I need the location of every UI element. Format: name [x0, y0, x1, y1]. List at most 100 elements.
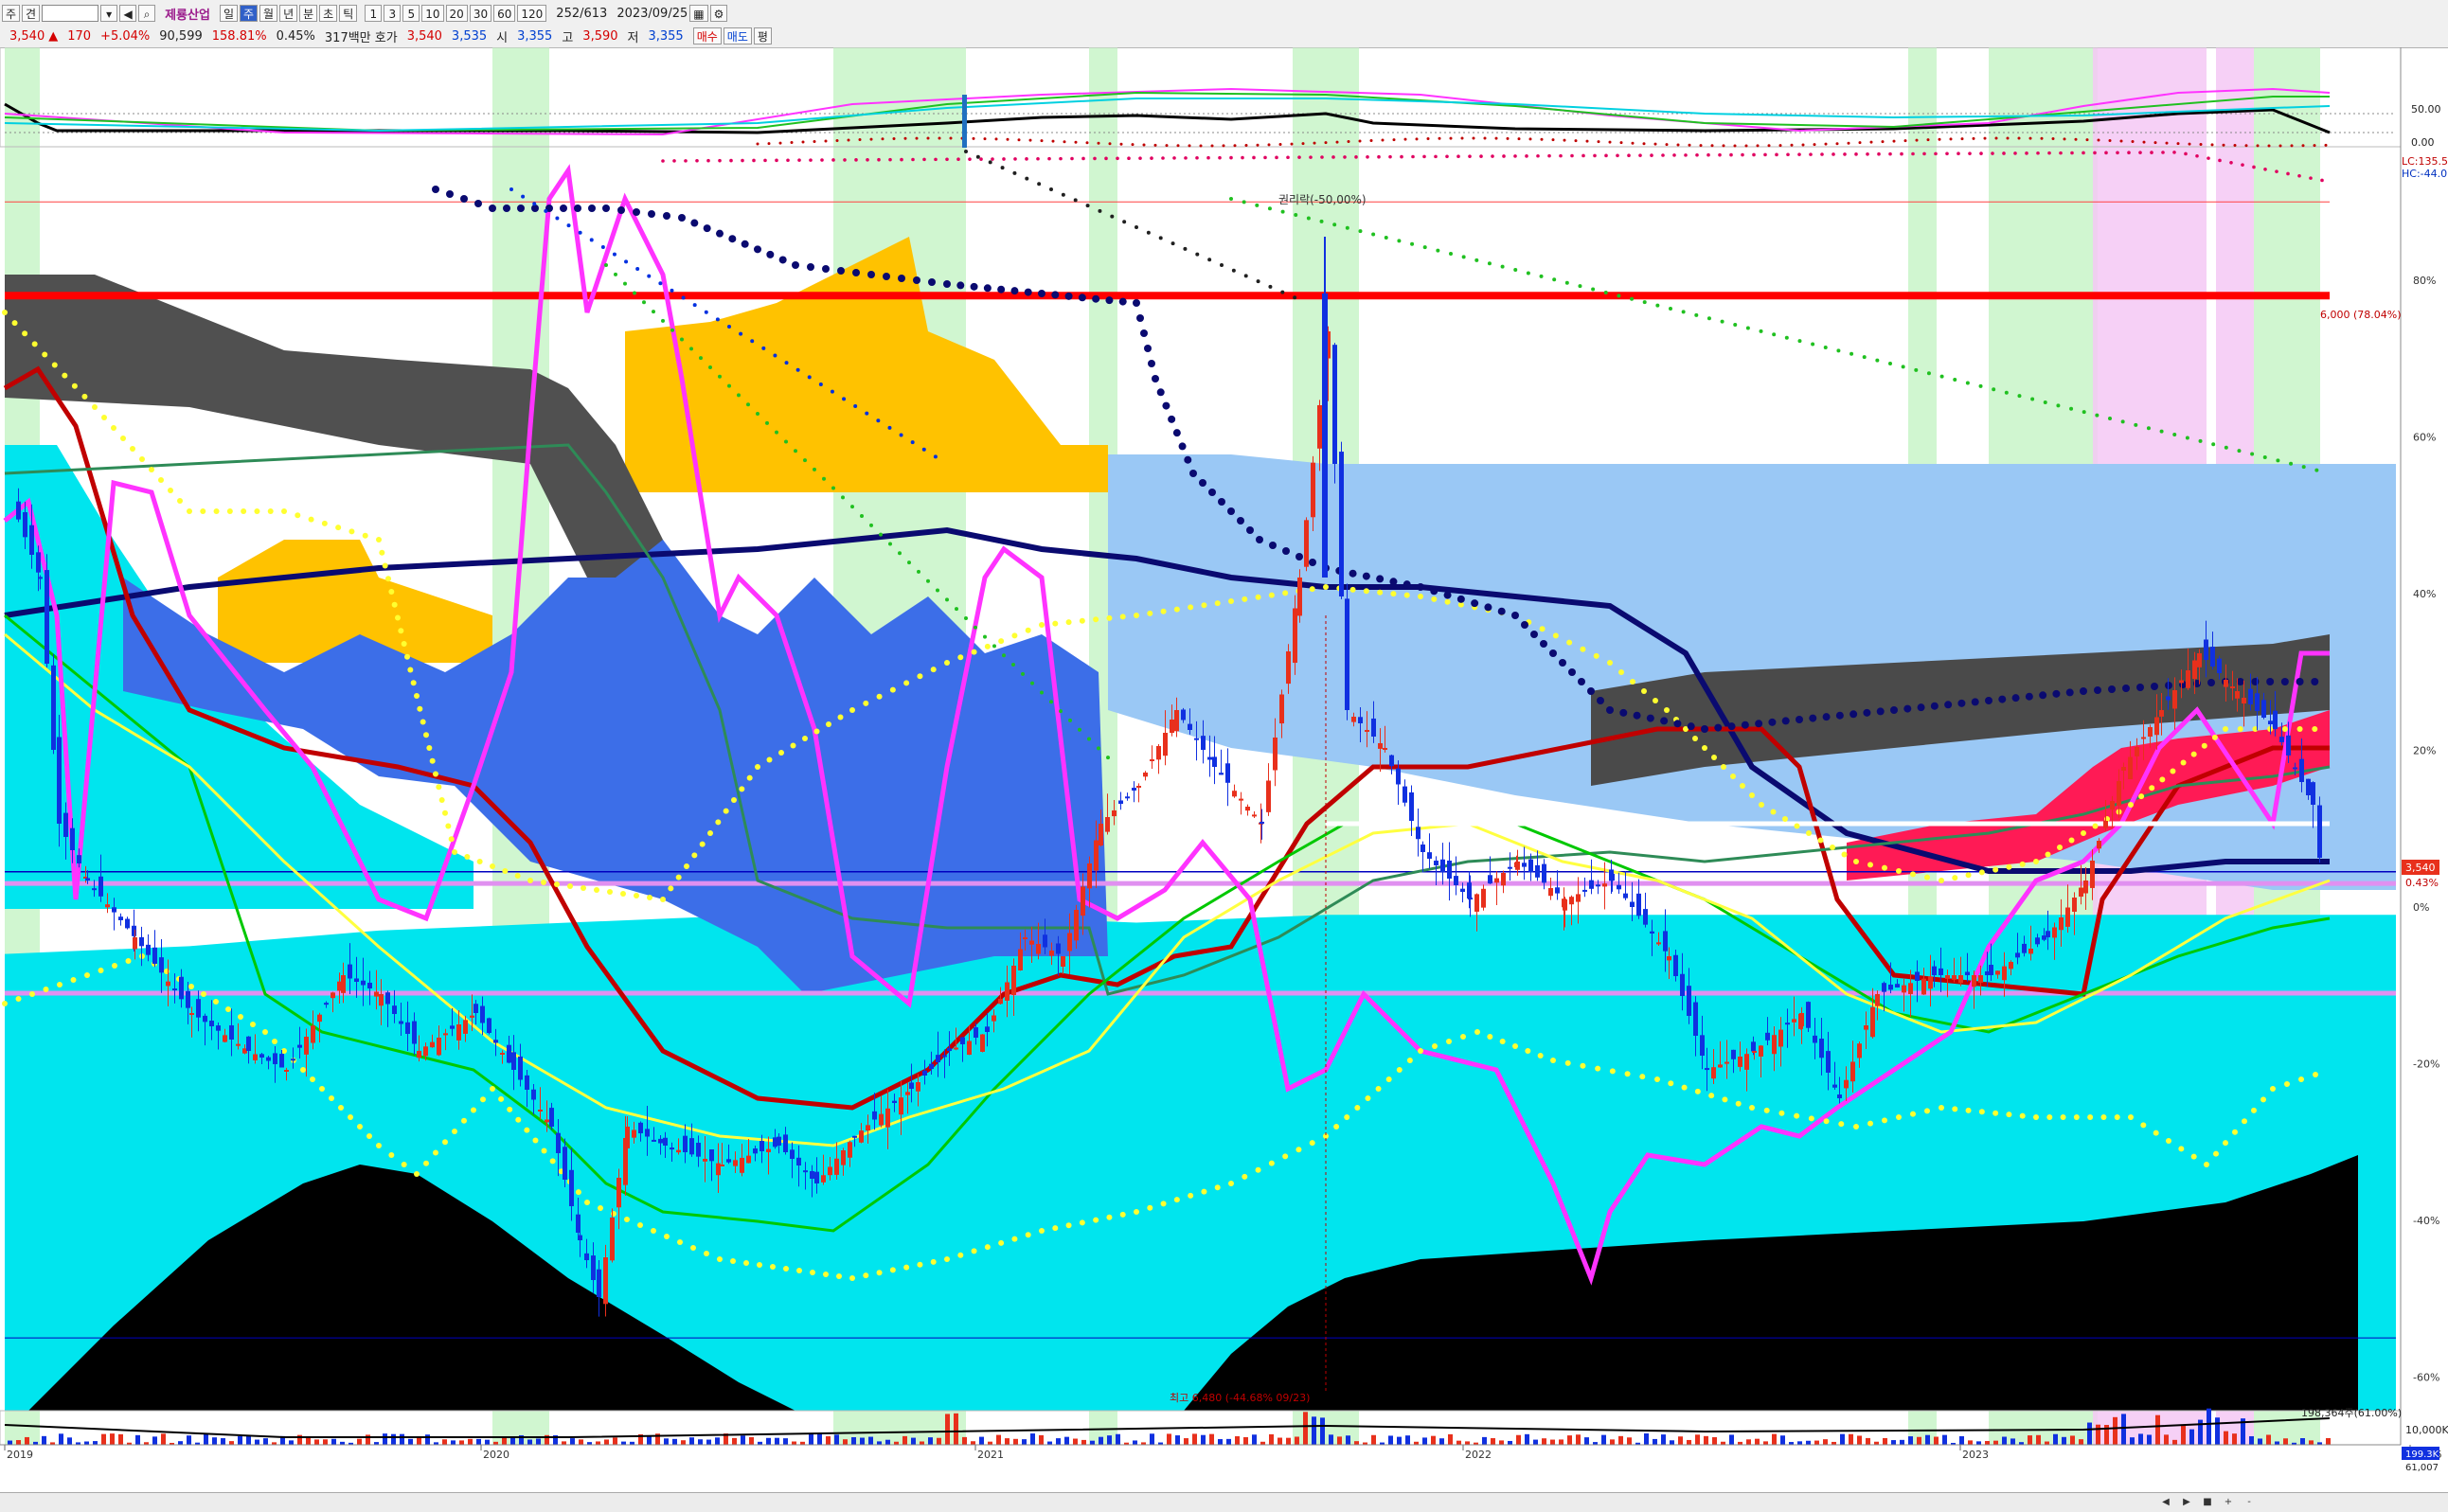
chart-area[interactable]: 80% 60% 40% 20% 0% -20% -40% -60% 2019 2020 2021 20… [0, 47, 2448, 1492]
candle-body [576, 1214, 581, 1233]
period-button-4[interactable]: 분 [299, 5, 318, 22]
osc-dot-red [824, 139, 828, 143]
dropdown-icon[interactable]: ▾ [100, 5, 118, 22]
osc-dot-red [1085, 141, 1089, 145]
volume-bar [962, 1436, 967, 1445]
candle-body [703, 1159, 707, 1162]
osc-dot-red [1744, 144, 1748, 148]
candle-body [645, 1129, 650, 1137]
settings-icon[interactable]: ⚙ [709, 5, 728, 22]
candle-body [1297, 578, 1302, 616]
date-text[interactable]: 2023/09/25 [616, 7, 688, 21]
interval-button-20[interactable]: 20 [445, 5, 468, 22]
osc-dot-red [2313, 144, 2316, 148]
osc-dot [1195, 155, 1199, 160]
candle-body [1081, 886, 1085, 916]
osc-dot [1093, 156, 1097, 161]
nav-button-1[interactable]: ▶ [2180, 1496, 2193, 1509]
volume-rate: 158.81% [211, 28, 267, 44]
candle-body [1952, 975, 1957, 980]
low-price: 3,355 [648, 28, 684, 44]
volume-bar [263, 1438, 268, 1445]
volume-bar [331, 1438, 336, 1445]
candle-body [2248, 688, 2253, 704]
volume-bar [2096, 1424, 2100, 1445]
turnover: 0.45% [276, 28, 315, 44]
candle-body [1194, 738, 1199, 740]
nav-button-0[interactable]: ◀ [2159, 1496, 2172, 1509]
period-button-5[interactable]: 초 [319, 5, 338, 22]
osc-dot [775, 158, 778, 163]
osc-dot [991, 157, 994, 161]
osc-dot [2241, 163, 2244, 167]
osc-dot-red [2199, 143, 2203, 147]
candle-body [610, 1218, 615, 1261]
period-button-1[interactable]: 주 [239, 5, 259, 22]
volume-bar [408, 1438, 413, 1445]
interval-button-5[interactable]: 5 [402, 5, 420, 22]
candle-body [1643, 909, 1648, 925]
candle-body [456, 1024, 461, 1041]
eval-button[interactable]: 평 [753, 27, 772, 44]
candle-body [1427, 852, 1432, 859]
osc-dot [922, 157, 926, 162]
interval-button-120[interactable]: 120 [517, 5, 547, 22]
osc-magenta [4, 87, 2331, 136]
candle-body [1958, 975, 1963, 984]
osc-dot [1263, 155, 1267, 160]
buy-button[interactable]: 매수 [692, 27, 722, 44]
candle-body [2097, 841, 2101, 849]
osc-dot-red [2006, 136, 2010, 140]
candle-body [821, 1175, 826, 1183]
osc-dot-red [1835, 142, 1839, 146]
candle-body [658, 1138, 663, 1144]
osc-dot [1422, 154, 1426, 159]
period-button-6[interactable]: 틱 [339, 5, 358, 22]
search-icon[interactable]: ⌕ [138, 5, 156, 22]
calendar-icon[interactable]: ▦ [689, 5, 708, 22]
volume-bar [1601, 1434, 1606, 1445]
candle-body [603, 1257, 608, 1305]
volume-bar [2087, 1422, 2092, 1445]
candle-body [423, 1046, 428, 1057]
market-select[interactable]: 주 [2, 5, 21, 22]
osc-dot-red [1358, 139, 1362, 143]
sell-button[interactable]: 매도 [723, 27, 752, 44]
osc-dot [1161, 156, 1165, 160]
candle-body [1915, 971, 1920, 981]
candle-body [2224, 680, 2228, 687]
candle-body [2166, 696, 2171, 701]
candle-body [304, 1037, 309, 1055]
interval-button-10[interactable]: 10 [421, 5, 444, 22]
nav-button-4[interactable]: - [2243, 1496, 2256, 1509]
candle-body [1150, 759, 1154, 761]
volume-bar [1772, 1433, 1777, 1445]
volume-bar [2130, 1437, 2135, 1445]
period-button-0[interactable]: 일 [219, 5, 238, 22]
prev-icon[interactable]: ◀ [119, 5, 137, 22]
candle-body [1895, 984, 1900, 987]
nav-button-3[interactable]: + [2222, 1496, 2235, 1509]
type-select[interactable]: 견 [22, 5, 41, 22]
volume-bar [2045, 1441, 2049, 1445]
candle-body [1718, 1064, 1723, 1068]
candle-body [1409, 792, 1414, 821]
candle-body [1043, 934, 1047, 948]
period-button-2[interactable]: 월 [259, 5, 278, 22]
stock-code-input[interactable] [42, 5, 99, 22]
interval-button-1[interactable]: 1 [365, 5, 383, 22]
candle-body [1705, 1068, 1709, 1071]
interval-button-30[interactable]: 30 [469, 5, 492, 22]
candle-body [354, 978, 359, 982]
candle-body [998, 999, 1003, 1005]
nav-button-2[interactable]: ■ [2201, 1496, 2214, 1509]
osc-dot-red [2301, 144, 2305, 148]
interval-button-60[interactable]: 60 [493, 5, 516, 22]
candle-body [1908, 983, 1913, 994]
osc-dot-red [1574, 139, 1578, 143]
period-button-3[interactable]: 년 [279, 5, 298, 22]
osc-dot-red [2233, 144, 2237, 148]
osc-dot-red [2278, 144, 2282, 148]
candle-body [663, 1137, 668, 1146]
interval-button-3[interactable]: 3 [384, 5, 402, 22]
